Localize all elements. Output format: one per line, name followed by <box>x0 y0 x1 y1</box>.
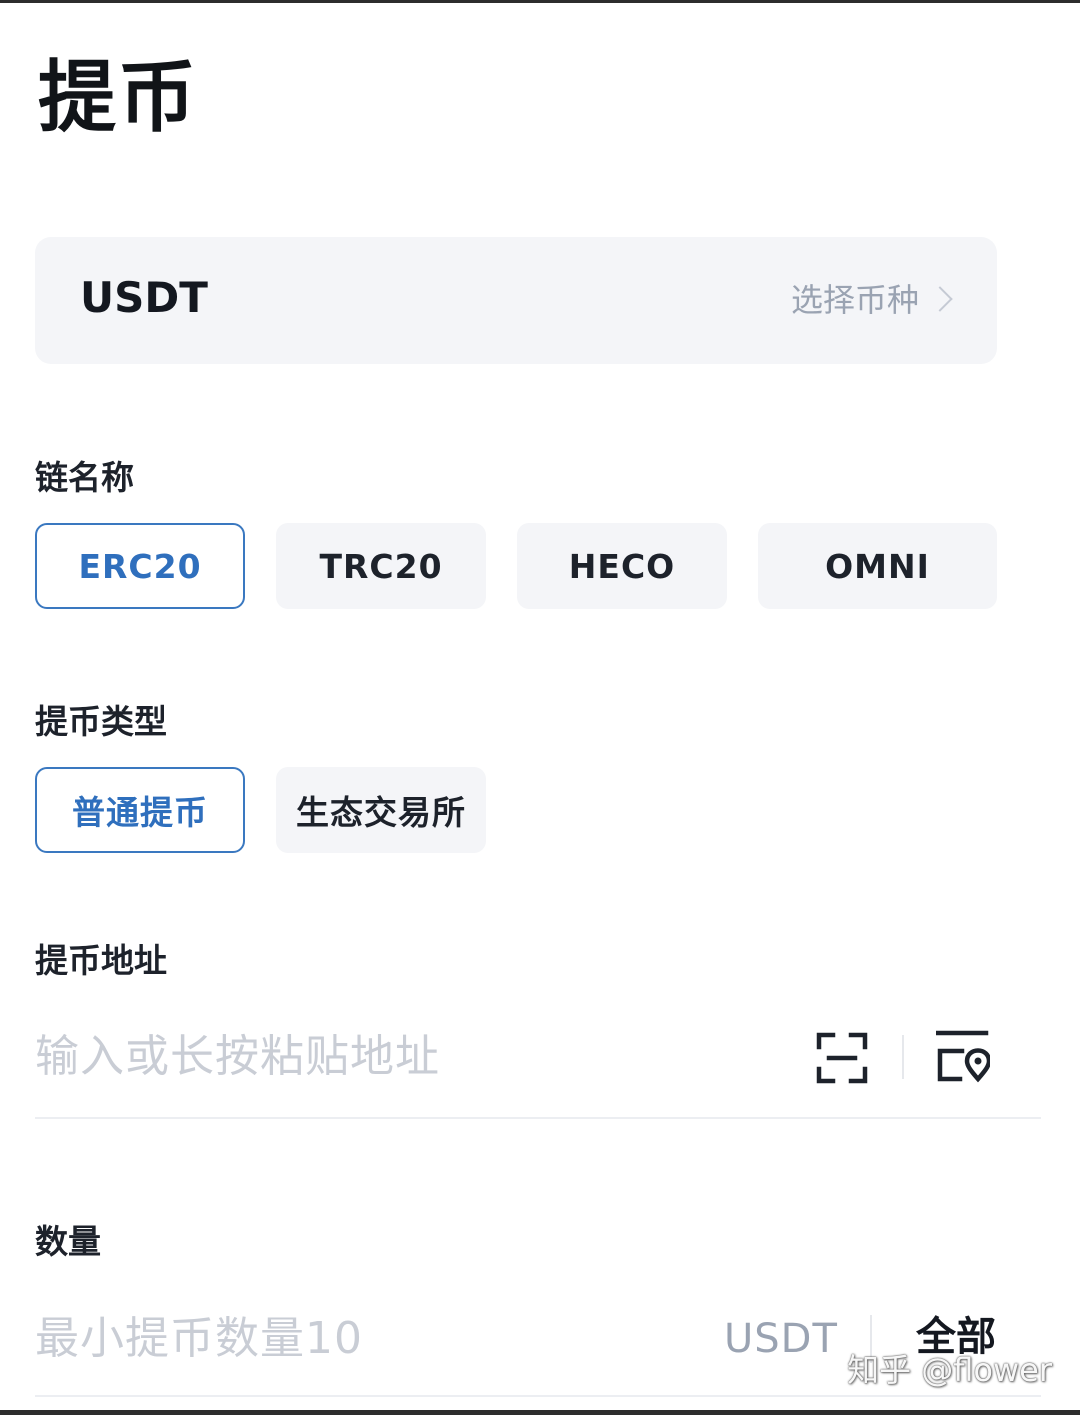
chain-label: 链名称 <box>35 458 134 497</box>
address-input[interactable]: 输入或长按粘贴地址 <box>35 1035 440 1079</box>
coin-selector[interactable]: USDT 选择币种 <box>35 237 997 364</box>
chain-option-omni[interactable]: OMNI <box>758 523 997 609</box>
amount-unit: USDT <box>724 1316 838 1362</box>
scan-icon[interactable] <box>815 1031 869 1085</box>
address-divider <box>35 1117 1041 1119</box>
chain-option-heco[interactable]: HECO <box>517 523 727 609</box>
chain-option-trc20[interactable]: TRC20 <box>276 523 486 609</box>
withdraw-type-eco-exchange[interactable]: 生态交易所 <box>276 767 486 853</box>
chain-option-erc20[interactable]: ERC20 <box>35 523 245 609</box>
amount-label: 数量 <box>35 1222 101 1261</box>
watermark: 知乎 @flower <box>847 1351 1052 1389</box>
address-actions-divider <box>902 1035 904 1079</box>
withdraw-type-normal[interactable]: 普通提币 <box>35 767 245 853</box>
address-book-icon[interactable] <box>936 1029 990 1083</box>
amount-input[interactable]: 最小提币数量10 <box>35 1317 363 1361</box>
address-label: 提币地址 <box>35 941 167 980</box>
withdraw-type-label: 提币类型 <box>35 702 167 741</box>
selected-coin: USDT <box>80 273 208 322</box>
page-title: 提币 <box>38 53 199 143</box>
withdraw-page: 提币 USDT 选择币种 链名称 ERC20 TRC20 HECO OMNI 提… <box>0 0 1080 1415</box>
amount-divider <box>35 1395 1041 1397</box>
select-coin-hint: 选择币种 <box>790 281 919 319</box>
chevron-right-icon <box>927 286 953 312</box>
